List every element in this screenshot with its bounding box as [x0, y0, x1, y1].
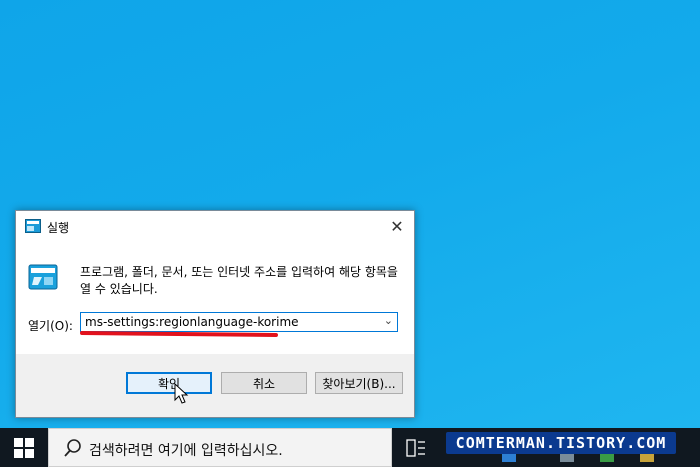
title-bar: 실행 ✕: [16, 211, 414, 242]
open-input-value[interactable]: ms-settings:regionlanguage-korime: [85, 315, 299, 329]
dialog-footer: 확인 취소 찾아보기(B)...: [16, 354, 414, 417]
close-button[interactable]: ✕: [380, 211, 414, 242]
search-placeholder[interactable]: 검색하려면 여기에 입력하십시오.: [89, 440, 283, 460]
browse-button[interactable]: 찾아보기(B)...: [315, 372, 403, 394]
red-underline-annotation: [79, 330, 279, 338]
task-view-icon[interactable]: [406, 439, 426, 457]
close-icon: ✕: [390, 217, 404, 236]
windows-start-icon[interactable]: [14, 438, 34, 458]
dialog-title: 실행: [47, 221, 70, 235]
open-label: 열기(O):: [28, 319, 73, 333]
run-app-icon: [25, 219, 41, 233]
watermark-logo: COMTERMAN.TISTORY.COM: [446, 432, 676, 454]
chevron-down-icon[interactable]: ⌄: [384, 314, 393, 327]
mouse-cursor-icon: [174, 383, 189, 404]
taskbar-search-box[interactable]: 검색하려면 여기에 입력하십시오.: [48, 428, 392, 467]
search-icon: [64, 439, 81, 457]
cancel-button[interactable]: 취소: [221, 372, 307, 394]
run-program-icon: [28, 264, 58, 290]
dialog-description: 프로그램, 폴더, 문서, 또는 인터넷 주소를 입력하여 해당 항목을 열 수…: [80, 265, 398, 296]
open-combobox[interactable]: ms-settings:regionlanguage-korime ⌄: [80, 312, 398, 332]
run-dialog: 실행 ✕ 프로그램, 폴더, 문서, 또는 인터넷 주소를 입력하여 해당 항목…: [15, 210, 415, 418]
ok-button[interactable]: 확인: [126, 372, 212, 394]
